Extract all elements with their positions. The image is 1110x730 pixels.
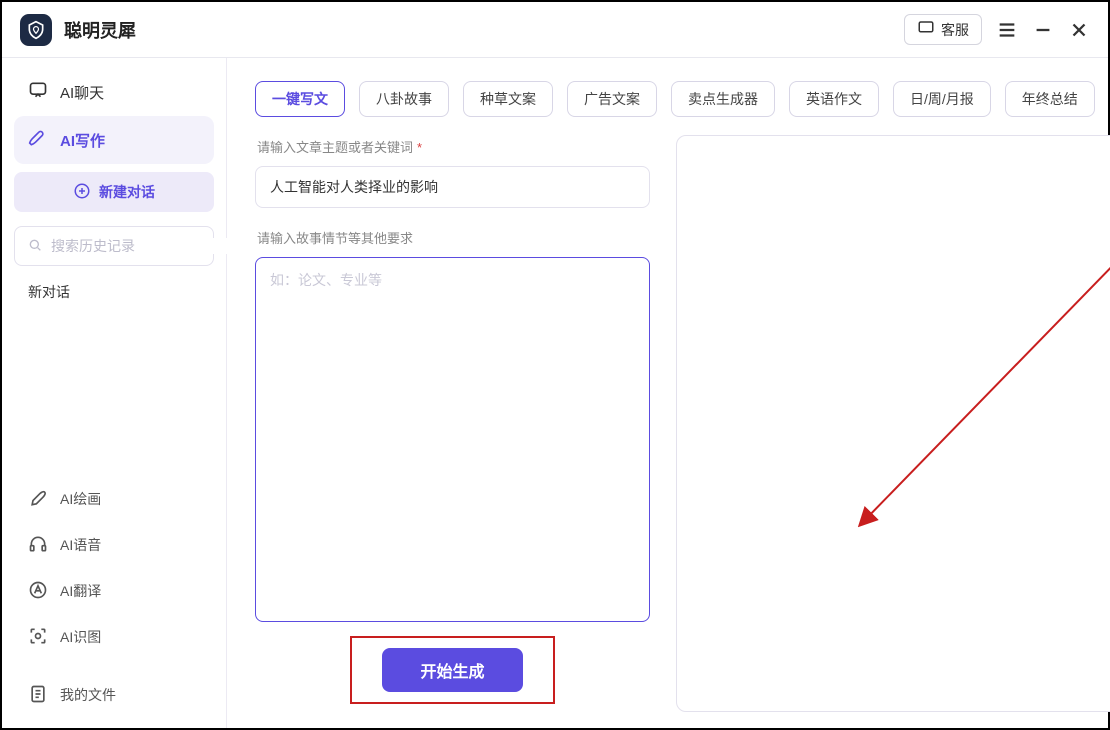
sidebar-item-ai-draw[interactable]: AI绘画 [14, 476, 214, 522]
search-history-box[interactable] [14, 226, 214, 266]
customer-service-button[interactable]: 客服 [904, 14, 982, 45]
app-title: 聪明灵犀 [64, 17, 136, 43]
chip-ad-copy[interactable]: 广告文案 [567, 81, 657, 117]
sidebar-item-ai-image-recognition[interactable]: AI识图 [14, 614, 214, 660]
sidebar-item-my-files[interactable]: 我的文件 [14, 672, 214, 718]
feature-label: AI语音 [60, 535, 101, 555]
chip-seed-copy[interactable]: 种草文案 [463, 81, 553, 117]
extra-field-label: 请输入故事情节等其他要求 [257, 228, 650, 247]
annotation-frame: 开始生成 [350, 636, 554, 704]
search-icon [27, 237, 43, 256]
sidebar-item-label: AI写作 [60, 130, 105, 151]
pen-icon [28, 128, 48, 152]
topic-input[interactable] [255, 166, 650, 208]
letter-a-icon [28, 580, 48, 603]
sidebar-item-ai-voice[interactable]: AI语音 [14, 522, 214, 568]
feature-label: AI绘画 [60, 489, 101, 509]
brush-icon [28, 488, 48, 511]
history-item[interactable]: 新对话 [14, 272, 214, 312]
search-input[interactable] [51, 238, 232, 254]
chip-year-end-summary[interactable]: 年终总结 [1005, 81, 1095, 117]
app-logo-icon [20, 14, 52, 46]
chip-gossip-story[interactable]: 八卦故事 [359, 81, 449, 117]
sidebar-item-label: AI聊天 [60, 82, 104, 103]
plus-circle-icon [73, 182, 91, 203]
output-panel [676, 135, 1110, 712]
feature-label: AI识图 [60, 627, 101, 647]
customer-service-label: 客服 [941, 20, 969, 40]
sidebar-item-ai-writing[interactable]: AI写作 [14, 116, 214, 164]
topic-field-label: 请输入文章主题或者关键词* [257, 137, 650, 156]
generate-button[interactable]: 开始生成 [382, 648, 522, 692]
chat-icon [28, 80, 48, 104]
new-conversation-label: 新建对话 [99, 182, 155, 202]
sidebar-item-ai-chat[interactable]: AI聊天 [14, 68, 214, 116]
chat-bubble-icon [917, 19, 935, 40]
feature-label: AI翻译 [60, 581, 101, 601]
minimize-button[interactable] [1032, 19, 1054, 41]
scan-icon [28, 626, 48, 649]
my-files-label: 我的文件 [60, 685, 116, 705]
file-icon [28, 684, 48, 707]
close-button[interactable] [1068, 19, 1090, 41]
chip-oneclick-write[interactable]: 一键写文 [255, 81, 345, 117]
chip-english-essay[interactable]: 英语作文 [789, 81, 879, 117]
menu-button[interactable] [996, 19, 1018, 41]
headphones-icon [28, 534, 48, 557]
sidebar-item-ai-translate[interactable]: AI翻译 [14, 568, 214, 614]
extra-textarea[interactable] [255, 257, 650, 622]
chip-sellingpoint-generator[interactable]: 卖点生成器 [671, 81, 775, 117]
new-conversation-button[interactable]: 新建对话 [14, 172, 214, 212]
chip-daily-weekly-monthly[interactable]: 日/周/月报 [893, 81, 991, 117]
